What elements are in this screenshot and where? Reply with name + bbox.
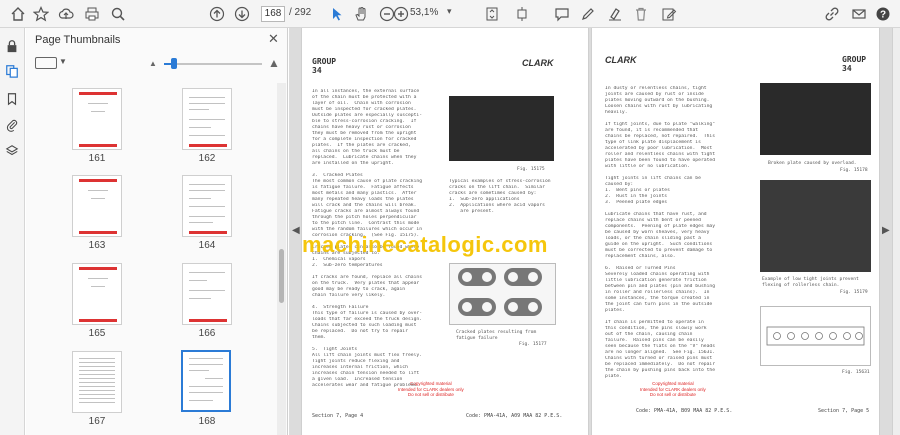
svg-text:?: ? [880, 10, 886, 21]
previous-arrow-icon[interactable]: ◀ [292, 225, 300, 236]
previous-page-icon[interactable] [207, 4, 227, 24]
document-scrollbar[interactable] [892, 28, 900, 435]
page-thumbnails-icon[interactable] [3, 62, 21, 80]
page-footer: Section 7, Page 4 [312, 413, 364, 419]
thumbnail-label: 166 [198, 328, 216, 339]
figure-label: Fig. 15178 [840, 168, 868, 173]
thumbnail-label: 164 [198, 240, 216, 251]
thumbnail-label: 168 [198, 416, 216, 427]
hand-tool-icon[interactable] [351, 4, 371, 24]
thumbnail-page[interactable] [72, 88, 122, 150]
left-tool-rail [0, 28, 25, 435]
thumbnail-page[interactable] [72, 263, 122, 325]
figure-label: Fig. 15175 [517, 167, 545, 172]
page-footer-code: Code: PMA-41A, B09 MAA 82 P.E.S. [636, 408, 733, 414]
thumbnail-label: 167 [88, 416, 106, 427]
fill-sign-icon[interactable] [659, 4, 679, 24]
figure-caption: Cracked plates resulting from fatigue fa… [456, 330, 537, 341]
delete-icon[interactable] [631, 4, 651, 24]
select-cursor-icon[interactable] [327, 4, 347, 24]
home-icon[interactable] [8, 4, 28, 24]
page-thumbnails-panel: Page Thumbnails ✕ ▼ ▲ ▲ 161 162 163 164 … [26, 28, 288, 435]
highlight-icon[interactable] [605, 4, 625, 24]
comment-icon[interactable] [552, 4, 572, 24]
large-mountain-icon: ▲ [268, 56, 280, 70]
lock-icon[interactable] [3, 37, 21, 55]
page-footer: Section 7, Page 5 [818, 408, 870, 414]
chain-photo [449, 96, 554, 161]
pen-icon[interactable] [578, 4, 598, 24]
slider-handle[interactable] [171, 58, 177, 69]
next-page-icon[interactable] [232, 4, 252, 24]
small-mountain-icon: ▲ [149, 59, 157, 68]
thumbnail-size-slider[interactable] [164, 63, 262, 65]
figure-label: Fig. 15177 [519, 342, 547, 347]
zoom-in-icon[interactable] [391, 4, 411, 24]
fit-page-icon[interactable] [482, 4, 502, 24]
thumbnail-options-icon[interactable] [35, 57, 57, 69]
figure-label: Fig. 15179 [840, 290, 868, 295]
cracked-plates-photo [449, 263, 556, 325]
thumbnail-label: 162 [198, 153, 216, 164]
thumbnail-label: 163 [88, 240, 106, 251]
top-toolbar: 168 / 292 53,1% ▾ ? [0, 0, 900, 28]
attachment-icon[interactable] [3, 116, 21, 134]
star-icon[interactable] [31, 4, 51, 24]
close-icon[interactable]: ✕ [268, 31, 279, 47]
figure-label: Fig. 15631 [842, 370, 870, 375]
page-footer-code: Code: PMA-41A, A09 MAA 82 P.E.S. [466, 413, 563, 419]
broken-plate-photo [760, 83, 871, 155]
cloud-upload-icon[interactable] [56, 4, 76, 24]
thumbnail-grid: 161 162 163 164 165 166 167 168 [26, 83, 276, 435]
zoom-level[interactable]: 53,1% [410, 7, 438, 18]
figure-caption: Example of low tight joints prevent flex… [762, 277, 859, 288]
bookmark-icon[interactable] [3, 90, 21, 108]
thumbnail-page[interactable] [182, 175, 232, 237]
right-page: CLARK GROUP 34 In dusty or relentless ch… [591, 28, 880, 435]
layers-icon[interactable] [3, 142, 21, 160]
next-arrow-icon[interactable]: ▶ [882, 225, 890, 236]
print-icon[interactable] [82, 4, 102, 24]
thumbnail-page[interactable] [182, 263, 232, 325]
copyright-notice: Copyrighted material Intended for CLARK … [398, 381, 464, 397]
search-icon[interactable] [108, 4, 128, 24]
share-link-icon[interactable] [822, 4, 842, 24]
brand-logo: CLARK [605, 55, 637, 65]
figure-caption: Broken plate caused by overload. [768, 161, 857, 166]
body-text-column-2: Typical examples of stress-corrosion crac… [449, 179, 551, 214]
page-number-input[interactable]: 168 [261, 6, 285, 22]
scroll-mode-icon[interactable] [512, 4, 532, 24]
zoom-dropdown-icon[interactable]: ▾ [447, 6, 452, 17]
thumbnail-label: 165 [88, 328, 106, 339]
thumbnail-label: 161 [88, 153, 106, 164]
mail-icon[interactable] [849, 4, 869, 24]
page-total-label: / 292 [289, 7, 312, 18]
group-heading: GROUP 34 [842, 55, 867, 73]
body-text-column-1: In dusty or relentless chains, tight join… [605, 86, 716, 379]
brand-logo: CLARK [522, 58, 554, 68]
watermark-text: machinecatalogic.com [302, 232, 548, 257]
panel-title: Page Thumbnails [35, 34, 121, 46]
help-icon[interactable]: ? [873, 4, 893, 24]
copyright-notice: Copyrighted material Intended for CLARK … [640, 381, 706, 397]
chevron-down-icon[interactable]: ▼ [59, 57, 67, 66]
thumbnail-page[interactable] [72, 351, 122, 413]
thumbnail-page-selected[interactable] [181, 350, 231, 412]
panel-scrollbar[interactable] [277, 83, 286, 435]
tight-joints-photo [760, 180, 871, 272]
thumbnail-page[interactable] [72, 175, 122, 237]
raised-pins-diagram [760, 306, 871, 366]
group-heading: GROUP 34 [312, 57, 337, 75]
thumbnail-page[interactable] [182, 88, 232, 150]
